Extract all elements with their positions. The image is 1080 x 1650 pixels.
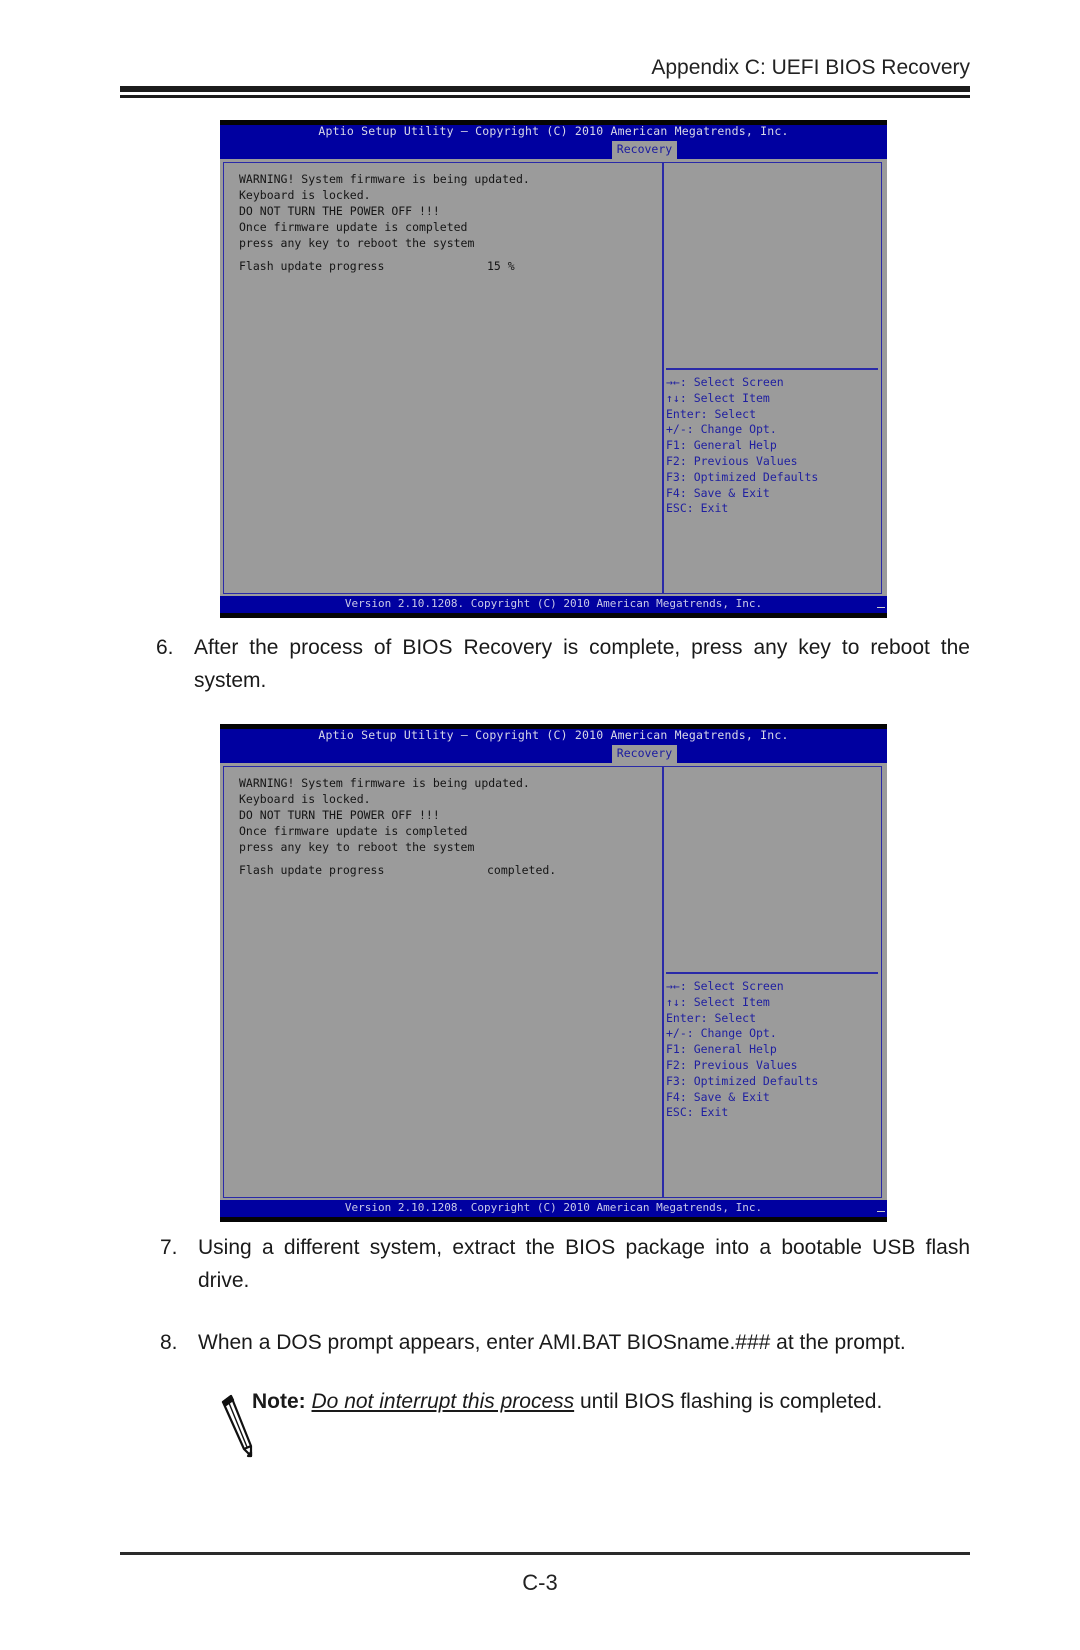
bios-tab-recovery[interactable]: Recovery	[612, 745, 677, 763]
note-rest: until BIOS flashing is completed.	[574, 1390, 883, 1413]
note-callout: Note: Do not interrupt this process unti…	[220, 1390, 980, 1460]
step-8: 8. When a DOS prompt appears, enter AMI.…	[160, 1326, 970, 1362]
bios-help-separator	[666, 972, 878, 974]
bios-title: Aptio Setup Utility – Copyright (C) 2010…	[318, 124, 789, 138]
bios-screenshot-completed: Aptio Setup Utility – Copyright (C) 2010…	[220, 724, 887, 1222]
page-number: C-3	[522, 1570, 558, 1595]
header-rule-thick	[120, 86, 970, 92]
flash-progress-label: Flash update progress	[239, 863, 385, 877]
note-text: Note: Do not interrupt this process unti…	[252, 1390, 882, 1414]
bios-panel-divider	[662, 162, 664, 594]
step-number: 8.	[160, 1331, 178, 1354]
step-text: Using a different system, extract the BI…	[198, 1236, 970, 1292]
bios-warning-message: WARNING! System firmware is being update…	[239, 172, 530, 250]
flash-progress-value: completed.	[487, 863, 557, 877]
bios-panel-divider	[662, 766, 664, 1198]
bios-title: Aptio Setup Utility – Copyright (C) 2010…	[318, 728, 789, 742]
bios-corner-mark	[877, 1211, 885, 1215]
bios-screenshot-progress: Aptio Setup Utility – Copyright (C) 2010…	[220, 120, 887, 618]
header-rule-thin	[120, 95, 970, 98]
bios-key-help: →←: Select Screen ↑↓: Select Item Enter:…	[666, 375, 819, 516]
bios-version-footer: Version 2.10.1208. Copyright (C) 2010 Am…	[344, 1201, 763, 1214]
bios-key-help: →←: Select Screen ↑↓: Select Item Enter:…	[666, 979, 819, 1120]
step-number: 7.	[160, 1236, 178, 1259]
step-6: 6. After the process of BIOS Recovery is…	[156, 631, 970, 701]
note-emphasis: Do not interrupt this process	[311, 1390, 575, 1413]
bios-help-separator	[666, 368, 878, 370]
bios-bottom-border	[220, 1217, 887, 1222]
note-label: Note:	[252, 1390, 306, 1413]
page-header-title: Appendix C: UEFI BIOS Recovery	[651, 56, 970, 79]
step-text: When a DOS prompt appears, enter AMI.BAT…	[198, 1331, 906, 1354]
bios-tab-recovery[interactable]: Recovery	[612, 141, 677, 159]
step-number: 6.	[156, 636, 174, 659]
bios-corner-mark	[877, 607, 885, 611]
step-text: After the process of BIOS Recovery is co…	[194, 636, 970, 692]
flash-progress-value: 15 %	[487, 259, 515, 273]
bios-version-footer: Version 2.10.1208. Copyright (C) 2010 Am…	[344, 597, 763, 610]
bios-warning-message: WARNING! System firmware is being update…	[239, 776, 530, 854]
step-7: 7. Using a different system, extract the…	[160, 1231, 970, 1301]
bios-bottom-border	[220, 613, 887, 618]
flash-progress-label: Flash update progress	[239, 259, 385, 273]
footer-rule	[120, 1552, 970, 1555]
